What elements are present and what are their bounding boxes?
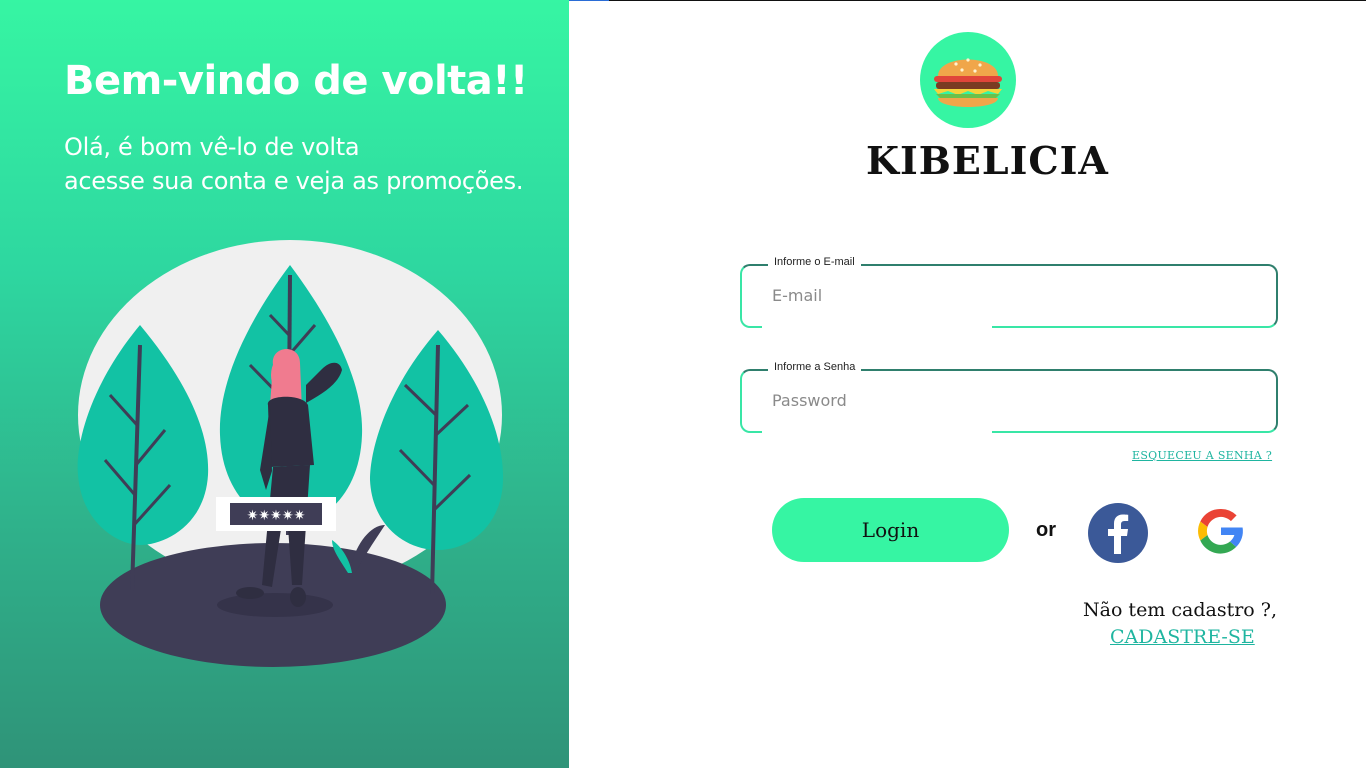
password-field: Informe a Senha (740, 361, 1278, 434)
email-field: Informe o E-mail (740, 256, 1278, 329)
welcome-subtitle: Olá, é bom vê-lo de volta acesse sua con… (64, 130, 523, 198)
signup-prompt: Não tem cadastro ?, (1083, 599, 1277, 621)
forgot-password-link[interactable]: ESQUECEU A SENHA ? (1132, 449, 1272, 462)
password-label: Informe a Senha (768, 361, 862, 373)
welcome-panel: Bem-vindo de volta!! Olá, é bom vê-lo de… (0, 0, 569, 768)
or-separator: or (1036, 519, 1056, 541)
password-mask: ✷✷✷✷✷ (247, 508, 306, 524)
welcome-subtitle-line1: Olá, é bom vê-lo de volta (64, 133, 360, 161)
email-label: Informe o E-mail (768, 256, 861, 268)
welcome-subtitle-line2: acesse sua conta e veja as promoções. (64, 167, 524, 195)
google-icon[interactable] (1190, 500, 1252, 562)
top-divider (569, 0, 1366, 1)
password-field-gap (762, 430, 992, 434)
email-field-gap (762, 325, 992, 329)
welcome-title: Bem-vindo de volta!! (64, 58, 528, 104)
burger-icon (934, 58, 1002, 107)
email-input[interactable] (772, 286, 1252, 305)
top-divider-accent (569, 0, 609, 1)
signup-link[interactable]: CADASTRE-SE (1110, 626, 1255, 648)
brand-name: KIBELICIA (866, 138, 1109, 183)
brand-logo (920, 32, 1016, 128)
facebook-icon[interactable] (1087, 502, 1149, 564)
login-button[interactable]: Login (772, 498, 1009, 562)
login-illustration: ✷✷✷✷✷ (77, 240, 504, 667)
password-input[interactable] (772, 391, 1252, 410)
